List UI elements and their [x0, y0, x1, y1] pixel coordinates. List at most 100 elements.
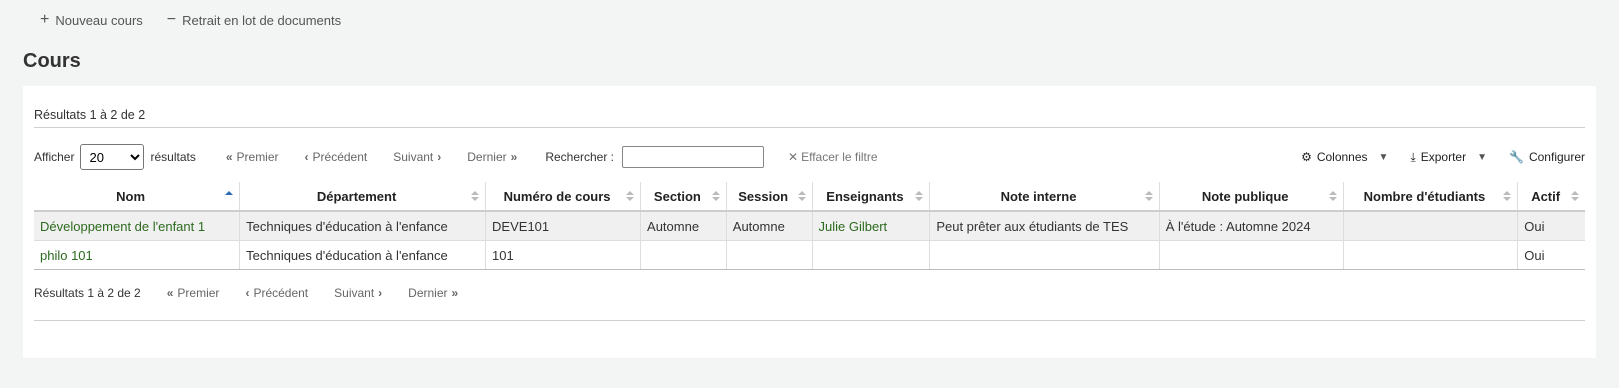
next-label: Suivant [334, 286, 375, 300]
next-page-link[interactable]: Suivant › [334, 286, 382, 300]
previous-label: Précédent [253, 286, 309, 300]
new-course-button[interactable]: + Nouveau cours [40, 12, 143, 28]
col-header-instructors[interactable]: Enseignants [812, 182, 931, 212]
cell-department: Techniques d'éducation à l'enfance [239, 240, 487, 270]
col-header-students[interactable]: Nombre d'étudiants [1343, 182, 1519, 212]
instructor-link[interactable]: Julie Gilbert [819, 219, 888, 234]
col-header-public-note[interactable]: Note publique [1159, 182, 1344, 212]
bottom-pager: «Premier ‹ Précédent Suivant › Dernier» [167, 286, 458, 300]
first-page-link[interactable]: «Premier [226, 150, 279, 164]
cell-instructors [812, 240, 931, 270]
previous-label: Précédent [312, 150, 368, 164]
chevron-right-icon: › [437, 150, 442, 164]
chevron-left-icon: ‹ [245, 286, 250, 300]
configure-label: Configurer [1528, 150, 1585, 164]
next-page-link[interactable]: Suivant › [393, 150, 441, 164]
header-label: Nom [116, 188, 145, 204]
cell-students [1343, 240, 1519, 270]
course-link[interactable]: philo 101 [40, 248, 93, 263]
gear-icon: ⚙ [1301, 150, 1312, 164]
divider [34, 320, 1585, 321]
cell-internal-note: Peut prêter aux étudiants de TES [929, 211, 1160, 241]
chevron-left-icon: ‹ [304, 150, 309, 164]
chevron-right-icon: › [378, 286, 383, 300]
first-label: Premier [177, 286, 220, 300]
last-page-link[interactable]: Dernier» [408, 286, 458, 300]
cell-session: Automne [726, 211, 813, 241]
course-link[interactable]: Développement de l'enfant 1 [40, 219, 205, 234]
cell-active: Oui [1517, 211, 1585, 241]
export-button[interactable]: ⤓ Exporter ▼ [1410, 150, 1487, 165]
first-page-link[interactable]: «Premier [167, 286, 220, 300]
header-label: Nombre d'étudiants [1363, 188, 1486, 204]
page-size-select[interactable]: 102050100 [80, 144, 145, 170]
cell-course-number: DEVE101 [485, 211, 642, 241]
cell-session [726, 240, 813, 270]
col-header-session[interactable]: Session [726, 182, 813, 212]
col-header-department[interactable]: Département [239, 182, 487, 212]
double-chevron-right-icon: » [510, 150, 518, 164]
sort-icon [225, 191, 234, 203]
header-label: Session [738, 188, 789, 204]
first-label: Premier [236, 150, 279, 164]
caret-down-icon: ▼ [1477, 151, 1488, 163]
cell-section [640, 240, 727, 270]
columns-button[interactable]: ⚙ Colonnes ▼ [1301, 150, 1388, 164]
previous-page-link[interactable]: ‹ Précédent [305, 150, 368, 164]
col-header-active[interactable]: Actif [1517, 182, 1585, 212]
cell-public-note: À l'étude : Automne 2024 [1159, 211, 1344, 241]
sort-icon [915, 191, 924, 203]
cell-students [1343, 211, 1519, 241]
configure-button[interactable]: 🔧 Configurer [1509, 150, 1585, 164]
table-header-row: Nom Département Numéro de cours Section … [34, 182, 1585, 212]
sort-icon [1503, 191, 1512, 203]
close-icon: ✕ [788, 150, 799, 164]
col-header-name[interactable]: Nom [34, 182, 241, 212]
batch-remove-label: Retrait en lot de documents [182, 12, 342, 28]
results-info: Résultats 1 à 2 de 2 [34, 108, 146, 122]
col-header-section[interactable]: Section [640, 182, 727, 212]
cell-public-note [1159, 240, 1344, 270]
show-label: Afficher [34, 150, 75, 164]
table-row: Développement de l'enfant 1 Techniques d… [34, 211, 1585, 241]
cell-name: Développement de l'enfant 1 [34, 211, 241, 241]
courses-table: Nom Département Numéro de cours Section … [34, 182, 1585, 270]
cell-instructors: Julie Gilbert [812, 211, 931, 241]
previous-page-link[interactable]: ‹ Précédent [245, 286, 308, 300]
bottom-bar: Résultats 1 à 2 de 2 «Premier ‹ Précédent… [34, 286, 458, 300]
col-header-internal-note[interactable]: Note interne [929, 182, 1160, 212]
header-label: Note interne [1000, 188, 1077, 204]
sort-icon [797, 191, 806, 203]
last-page-link[interactable]: Dernier» [467, 150, 517, 164]
sort-icon [471, 191, 480, 203]
header-label: Section [653, 188, 701, 204]
top-toolbar: + Nouveau cours − Retrait en lot de docu… [40, 12, 341, 28]
results-info-bottom: Résultats 1 à 2 de 2 [34, 286, 141, 300]
sort-icon [1328, 191, 1337, 203]
search-input[interactable] [622, 146, 765, 168]
divider [34, 127, 1585, 128]
download-icon: ⤓ [1410, 149, 1416, 164]
cell-section: Automne [640, 211, 727, 241]
wrench-icon: 🔧 [1509, 150, 1524, 164]
export-label: Exporter [1420, 150, 1467, 164]
new-course-label: Nouveau cours [55, 12, 143, 28]
plus-icon: + [40, 11, 50, 28]
batch-remove-button[interactable]: − Retrait en lot de documents [167, 12, 341, 28]
cell-name: philo 101 [34, 240, 241, 270]
col-header-course-number[interactable]: Numéro de cours [485, 182, 642, 212]
clear-filter-button[interactable]: ✕ Effacer le filtre [788, 150, 878, 164]
last-label: Dernier [408, 286, 448, 300]
top-pager: «Premier ‹ Précédent Suivant › Dernier» [226, 150, 517, 164]
results-label: résultats [150, 150, 196, 164]
search-label: Rechercher : [545, 150, 615, 164]
header-label: Note publique [1201, 188, 1289, 204]
header-label: Enseignants [826, 188, 904, 204]
table-row: philo 101 Techniques d'éducation à l'enf… [34, 240, 1585, 270]
double-chevron-right-icon: » [451, 286, 459, 300]
cell-internal-note [929, 240, 1160, 270]
columns-label: Colonnes [1316, 150, 1368, 164]
sort-icon [1144, 191, 1153, 203]
last-label: Dernier [467, 150, 507, 164]
double-chevron-left-icon: « [166, 286, 174, 300]
